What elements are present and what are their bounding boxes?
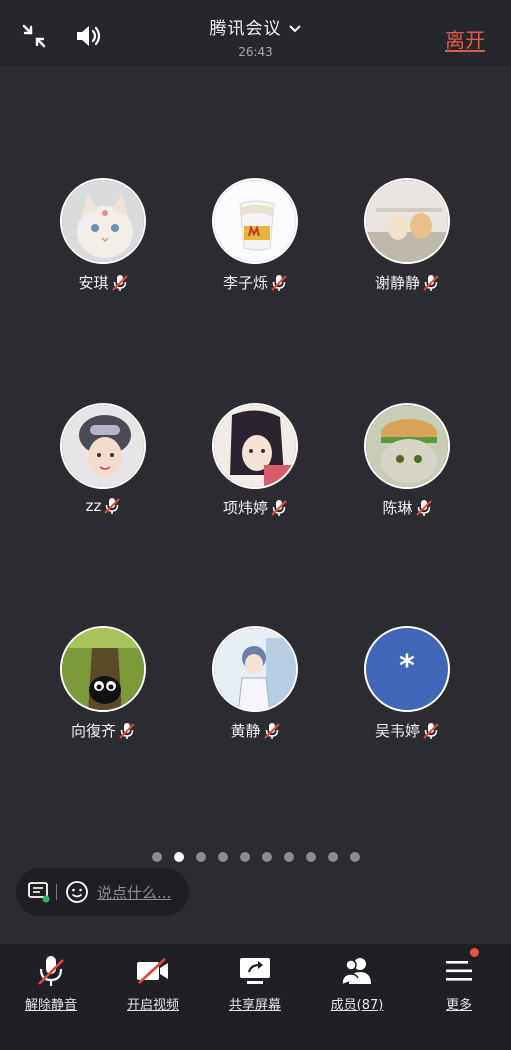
member-name: 向復齐	[70, 722, 116, 740]
page-dot[interactable]	[151, 852, 162, 862]
page-dot[interactable]	[239, 852, 250, 862]
member-name: 陈琳	[382, 499, 413, 517]
unmute-button[interactable]: 解除静音	[0, 954, 102, 1013]
mic-off-icon	[0, 954, 102, 988]
toolbar-label: 成员(87)	[330, 998, 384, 1013]
bottom-toolbar: 解除静音 开启视频 共享屏幕 成员(87) 更多	[0, 944, 511, 1050]
members-button[interactable]: 成员(87)	[306, 954, 408, 1013]
page-dot[interactable]	[261, 852, 272, 862]
member-name: 项炜婷	[222, 499, 268, 517]
member-name: 黄静	[230, 722, 261, 740]
mic-muted-icon	[423, 274, 439, 291]
menu-icon	[408, 948, 510, 988]
member-name: zz	[85, 497, 102, 515]
toolbar-label: 共享屏幕	[228, 998, 281, 1013]
toolbar-label: 开启视频	[126, 998, 179, 1013]
mic-muted-icon	[415, 499, 432, 516]
avatar	[212, 178, 298, 264]
avatar-initial: *	[399, 648, 415, 684]
member-tile[interactable]: * 吴韦婷	[322, 626, 492, 741]
member-tile[interactable]: 安琪	[18, 178, 188, 293]
toolbar-label: 解除静音	[24, 998, 77, 1013]
meeting-timer: 26:43	[238, 45, 273, 59]
top-bar: 腾讯会议 26:43 离开	[0, 0, 511, 66]
video-off-icon	[102, 954, 204, 988]
chat-input[interactable]: 说点什么...	[97, 882, 171, 903]
leave-button[interactable]: 离开	[445, 24, 485, 53]
chat-bar[interactable]: 说点什么...	[16, 868, 189, 916]
page-dot[interactable]	[195, 852, 206, 862]
avatar	[60, 403, 146, 489]
mic-muted-icon	[104, 498, 121, 514]
member-tile[interactable]: 向復齐	[18, 626, 188, 741]
member-tile[interactable]: 谢静静	[322, 178, 492, 293]
avatar	[60, 626, 146, 712]
mic-muted-icon	[263, 722, 280, 739]
share-screen-button[interactable]: 共享屏幕	[204, 954, 306, 1013]
avatar	[364, 178, 450, 264]
chat-list-icon[interactable]	[28, 881, 50, 903]
share-screen-icon	[204, 954, 306, 988]
mic-muted-icon	[119, 722, 135, 739]
chevron-down-icon[interactable]	[288, 19, 302, 39]
mic-muted-icon	[271, 274, 287, 291]
toolbar-label: 更多	[445, 998, 472, 1013]
avatar	[364, 403, 450, 489]
mic-muted-icon	[271, 499, 287, 516]
meeting-title[interactable]: 腾讯会议	[210, 19, 282, 39]
avatar	[212, 626, 298, 712]
meeting-title-area[interactable]: 腾讯会议 26:43	[0, 14, 511, 59]
page-indicator	[0, 847, 511, 866]
member-name: 谢静静	[374, 274, 420, 292]
member-tile[interactable]: zz	[18, 403, 188, 515]
avatar	[60, 178, 146, 264]
page-dot[interactable]	[217, 852, 228, 862]
member-tile[interactable]: 黄静	[170, 626, 340, 741]
member-name: 吴韦婷	[374, 722, 420, 740]
page-dot[interactable]	[349, 852, 360, 862]
more-button[interactable]: 更多	[408, 948, 510, 1013]
avatar	[212, 403, 298, 489]
page-dot[interactable]	[327, 852, 338, 862]
mic-muted-icon	[111, 274, 128, 291]
member-tile[interactable]: 陈琳	[322, 403, 492, 518]
notification-badge	[470, 948, 479, 957]
emoji-icon[interactable]	[65, 880, 89, 904]
start-video-button[interactable]: 开启视频	[102, 954, 204, 1013]
avatar: *	[364, 626, 450, 712]
members-icon	[306, 954, 408, 988]
member-name: 安琪	[78, 274, 109, 292]
page-dot[interactable]	[305, 852, 316, 862]
divider	[56, 884, 57, 900]
member-tile[interactable]: 项炜婷	[170, 403, 340, 518]
member-tile[interactable]: 李子烁	[170, 178, 340, 293]
mic-muted-icon	[423, 722, 439, 739]
page-dot[interactable]	[173, 852, 184, 862]
member-name: 李子烁	[222, 274, 268, 292]
page-dot[interactable]	[283, 852, 294, 862]
